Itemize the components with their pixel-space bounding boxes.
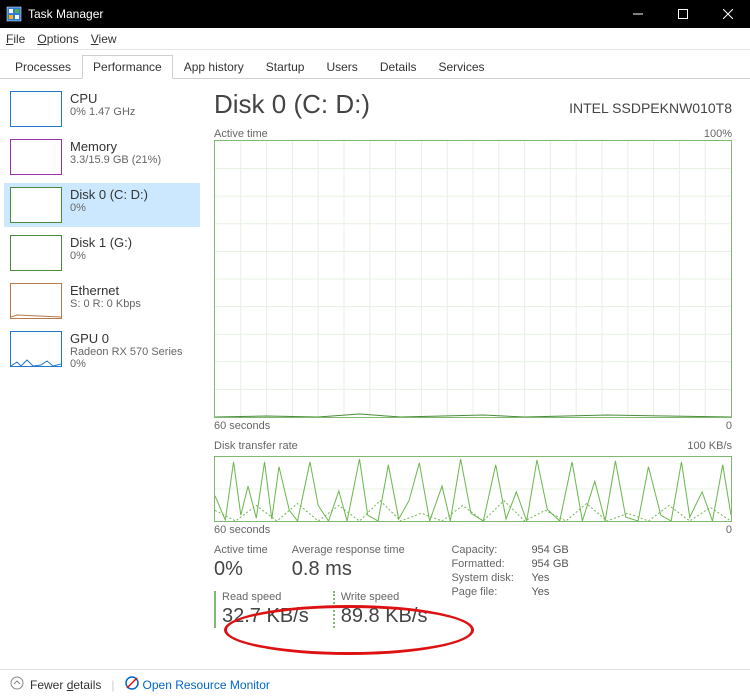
sidebar-item-title: GPU 0 [70, 331, 183, 346]
window-controls [615, 0, 750, 28]
sidebar: CPU0% 1.47 GHzMemory3.3/15.9 GB (21%)Dis… [0, 79, 204, 667]
active-time-label: Active time [214, 544, 268, 556]
chart1-xleft: 60 seconds [214, 420, 270, 432]
menubar: File Options View [0, 28, 750, 50]
sidebar-item-memory[interactable]: Memory3.3/15.9 GB (21%) [4, 135, 200, 179]
minimize-button[interactable] [615, 0, 660, 28]
read-speed-label: Read speed [222, 591, 309, 603]
tab-performance[interactable]: Performance [82, 55, 173, 79]
thumbnail-chart [10, 283, 62, 319]
transfer-rate-chart [214, 456, 732, 522]
property-row: Formatted:954 GB [451, 558, 568, 570]
chevron-up-icon[interactable] [10, 676, 24, 693]
resmon-icon [125, 676, 139, 693]
footer: Fewer details | Open Resource Monitor [0, 669, 750, 699]
active-time-chart [214, 140, 732, 418]
avg-response-value: 0.8 ms [292, 558, 405, 581]
thumbnail-chart [10, 139, 62, 175]
disk-properties: Capacity:954 GB Formatted:954 GB System di… [451, 544, 568, 628]
chart2-xleft: 60 seconds [214, 524, 270, 536]
thumbnail-chart [10, 91, 62, 127]
read-speed-value: 32.7 KB/s [222, 605, 309, 628]
chart1-max: 100% [704, 128, 732, 140]
close-button[interactable] [705, 0, 750, 28]
sidebar-item-ethernet[interactable]: EthernetS: 0 R: 0 Kbps [4, 279, 200, 323]
sidebar-item-title: Memory [70, 139, 161, 154]
tab-startup[interactable]: Startup [255, 55, 316, 79]
thumbnail-chart [10, 235, 62, 271]
tab-services[interactable]: Services [428, 55, 496, 79]
avg-response-label: Average response time [292, 544, 405, 556]
chart2-xright: 0 [726, 524, 732, 536]
thumbnail-chart [10, 187, 62, 223]
write-speed-label: Write speed [341, 591, 428, 603]
fewer-details-link[interactable]: Fewer details [30, 678, 101, 692]
main-panel: Disk 0 (C: D:) INTEL SSDPEKNW010T8 Activ… [204, 79, 750, 667]
tab-details[interactable]: Details [369, 55, 428, 79]
chart1-xright: 0 [726, 420, 732, 432]
maximize-button[interactable] [660, 0, 705, 28]
open-resource-monitor-link[interactable]: Open Resource Monitor [125, 676, 270, 693]
sidebar-item-detail: 3.3/15.9 GB (21%) [70, 154, 161, 166]
menu-iew[interactable]: View [91, 32, 117, 46]
sidebar-item-detail: 0% [70, 250, 132, 262]
property-row: System disk:Yes [451, 572, 568, 584]
sidebar-item-gpu[interactable]: GPU 0Radeon RX 570 Series0% [4, 327, 200, 374]
sidebar-item-title: Ethernet [70, 283, 141, 298]
tab-row: ProcessesPerformanceApp historyStartupUs… [0, 50, 750, 79]
sidebar-item-detail: 0% 1.47 GHz [70, 106, 135, 118]
titlebar: Task Manager [0, 0, 750, 28]
active-time-value: 0% [214, 558, 268, 581]
menu-ptions[interactable]: Options [37, 32, 78, 46]
window-title: Task Manager [28, 7, 615, 21]
sidebar-item-disk[interactable]: Disk 1 (G:)0% [4, 231, 200, 275]
chart2-max: 100 KB/s [687, 440, 732, 452]
tab-app-history[interactable]: App history [173, 55, 255, 79]
content: CPU0% 1.47 GHzMemory3.3/15.9 GB (21%)Dis… [0, 79, 750, 667]
tab-users[interactable]: Users [315, 55, 368, 79]
taskmgr-icon [6, 6, 22, 22]
chart2-label: Disk transfer rate [214, 440, 298, 452]
sidebar-item-title: Disk 0 (C: D:) [70, 187, 148, 202]
sidebar-item-disk[interactable]: Disk 0 (C: D:)0% [4, 183, 200, 227]
write-speed-value: 89.8 KB/s [341, 605, 428, 628]
chart1-label: Active time [214, 128, 268, 140]
sidebar-item-detail: 0% [70, 202, 148, 214]
page-title: Disk 0 (C: D:) [214, 89, 370, 120]
menu-ile[interactable]: File [6, 32, 25, 46]
sidebar-item-cpu[interactable]: CPU0% 1.47 GHz [4, 87, 200, 131]
sidebar-item-title: Disk 1 (G:) [70, 235, 132, 250]
thumbnail-chart [10, 331, 62, 367]
disk-model: INTEL SSDPEKNW010T8 [569, 100, 732, 116]
sidebar-item-detail: S: 0 R: 0 Kbps [70, 298, 141, 310]
sidebar-item-title: CPU [70, 91, 135, 106]
property-row: Page file:Yes [451, 586, 568, 598]
sidebar-item-detail: Radeon RX 570 Series [70, 346, 183, 358]
property-row: Capacity:954 GB [451, 544, 568, 556]
tab-processes[interactable]: Processes [4, 55, 82, 79]
